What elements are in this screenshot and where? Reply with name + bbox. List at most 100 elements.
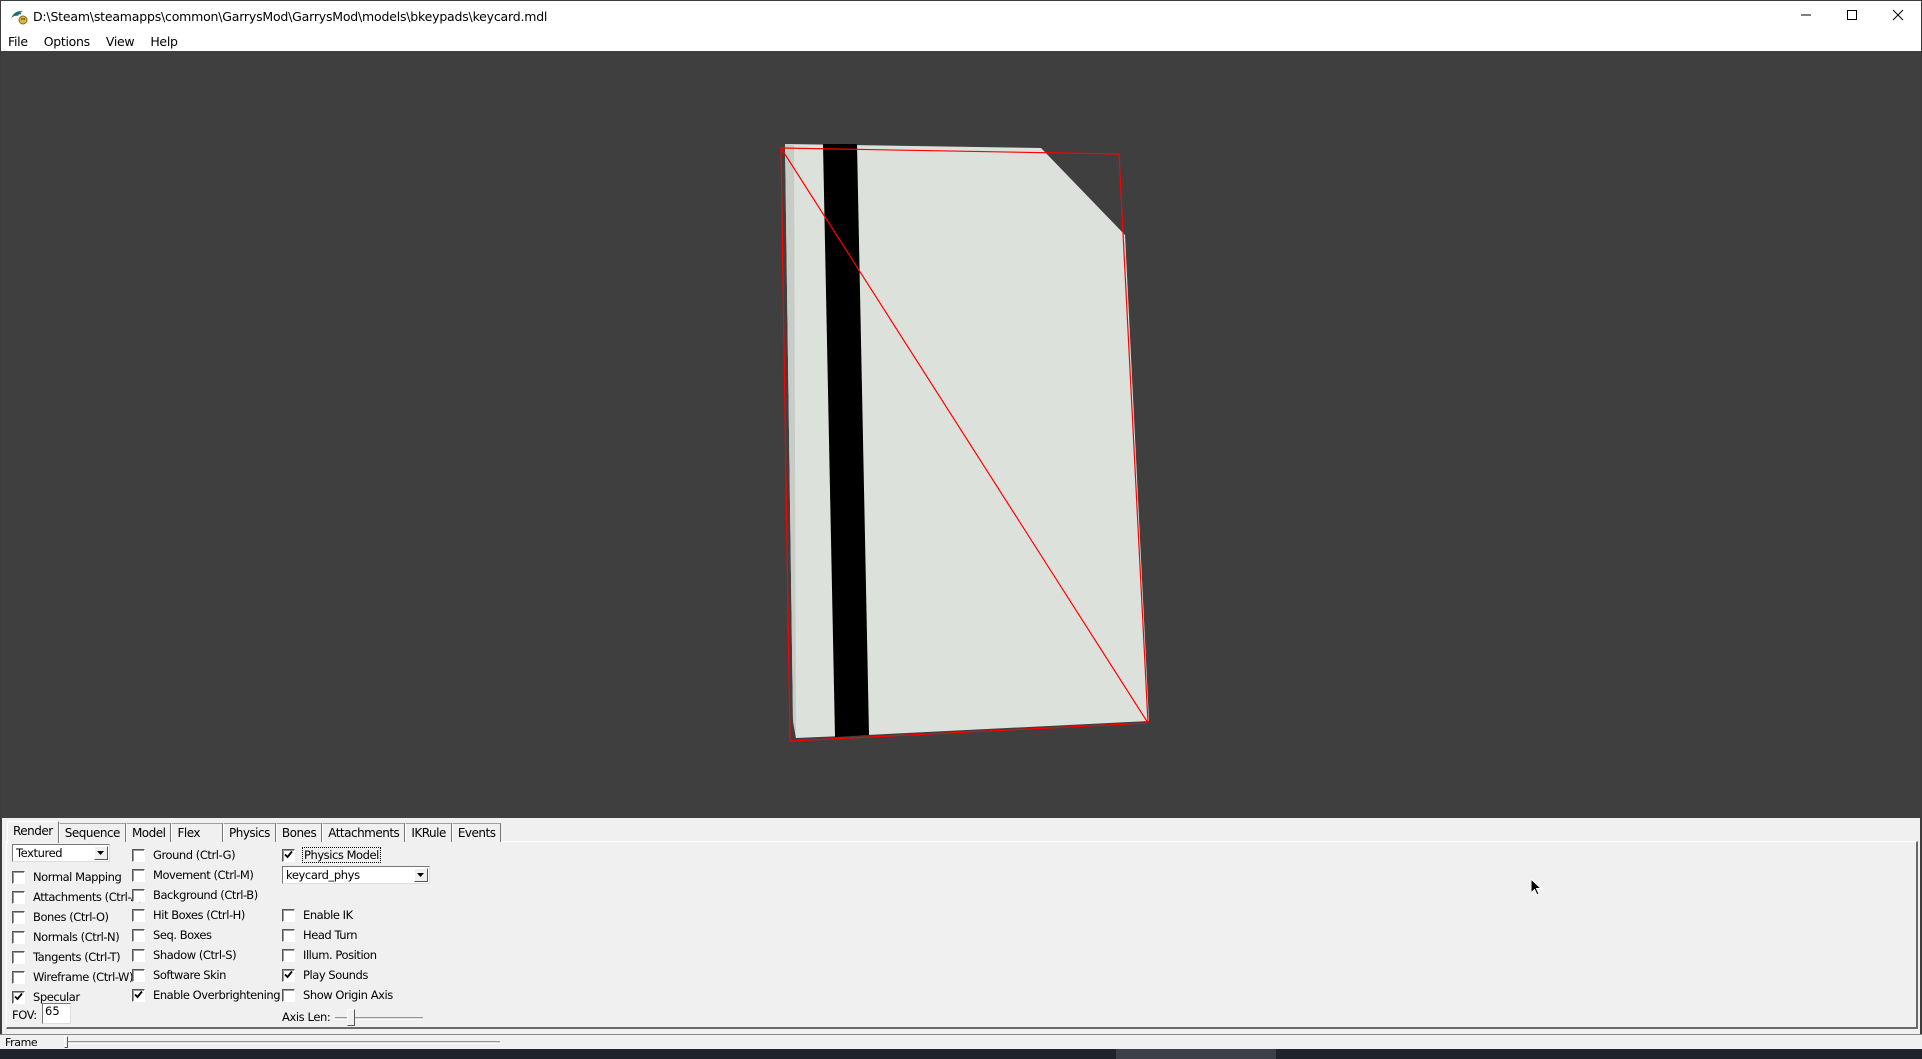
chevron-down-icon[interactable] — [94, 846, 108, 860]
checkbox-box[interactable] — [282, 968, 295, 982]
checkbox-box[interactable] — [12, 990, 25, 1004]
checkbox-label: Bones (Ctrl-O) — [33, 910, 109, 924]
checkbox-box[interactable] — [282, 848, 295, 862]
window-title: D:\Steam\steamapps\common\GarrysMod\Garr… — [33, 8, 548, 24]
checkbox-ground[interactable]: Ground (Ctrl-G) — [132, 847, 236, 863]
hlmv-icon — [9, 6, 29, 26]
menu-options[interactable]: Options — [36, 34, 98, 49]
checkbox-play-sounds[interactable]: Play Sounds — [282, 967, 368, 983]
checkbox-box[interactable] — [12, 890, 25, 904]
tab-events[interactable]: Events — [451, 823, 502, 842]
checkbox-box[interactable] — [132, 968, 145, 982]
menu-bar: File Options View Help — [0, 31, 1922, 51]
checkbox-illum-position[interactable]: Illum. Position — [282, 947, 377, 963]
checkbox-box[interactable] — [282, 948, 295, 962]
checkbox-normal-mapping[interactable]: Normal Mapping — [12, 869, 122, 885]
tab-render[interactable]: Render — [7, 821, 59, 843]
taskbar-active-app[interactable] — [1116, 1049, 1276, 1059]
checkbox-box[interactable] — [132, 908, 145, 922]
maximize-button[interactable] — [1829, 1, 1875, 31]
checkbox-seq-boxes[interactable]: Seq. Boxes — [132, 927, 212, 943]
checkbox-show-origin-axis[interactable]: Show Origin Axis — [282, 987, 393, 1003]
mouse-cursor-icon — [1530, 877, 1543, 900]
checkbox-box[interactable] — [132, 928, 145, 942]
checkbox-bones[interactable]: Bones (Ctrl-O) — [12, 909, 109, 925]
checkbox-box[interactable] — [12, 870, 25, 884]
checkbox-box[interactable] — [12, 970, 25, 984]
minimize-button[interactable] — [1783, 1, 1829, 31]
checkbox-tangents[interactable]: Tangents (Ctrl-T) — [12, 949, 121, 965]
fov-input[interactable]: 65 — [42, 1003, 71, 1024]
checkbox-background[interactable]: Background (Ctrl-B) — [132, 887, 258, 903]
checkbox-software-skin[interactable]: Software Skin — [132, 967, 226, 983]
checkbox-label: Physics Model — [302, 847, 381, 863]
chevron-down-icon[interactable] — [414, 868, 428, 882]
checkbox-box[interactable] — [282, 928, 295, 942]
render-mode-value: Textured — [16, 846, 63, 860]
checkbox-box[interactable] — [132, 848, 145, 862]
checkbox-label: Attachments (Ctrl-A) — [33, 890, 143, 904]
tab-attachments[interactable]: Attachments — [322, 823, 406, 842]
tab-bones[interactable]: Bones — [275, 823, 323, 842]
menu-view[interactable]: View — [98, 34, 142, 49]
frame-label: Frame — [5, 1036, 38, 1049]
checkbox-label: Tangents (Ctrl-T) — [33, 950, 121, 964]
viewport-canvas[interactable] — [1, 51, 1922, 818]
render-mode-select[interactable]: Textured — [12, 844, 110, 862]
checkbox-label: Enable IK — [303, 908, 353, 922]
checkbox-label: Normal Mapping — [33, 870, 122, 884]
tab-sequence[interactable]: Sequence — [58, 823, 126, 842]
fov-label: FOV: — [12, 1008, 37, 1022]
close-button[interactable] — [1875, 1, 1921, 31]
checkbox-enable-overbrightening[interactable]: Enable Overbrightening — [132, 987, 281, 1003]
tab-model[interactable]: Model — [125, 823, 172, 842]
menu-file[interactable]: File — [1, 34, 36, 49]
checkbox-wireframe[interactable]: Wireframe (Ctrl-W) — [12, 969, 133, 985]
checkbox-box[interactable] — [132, 948, 145, 962]
physics-model-select[interactable]: keycard_phys — [282, 866, 430, 884]
checkmark-icon — [284, 848, 293, 862]
checkbox-label: Show Origin Axis — [303, 988, 393, 1002]
checkmark-icon — [134, 988, 143, 1002]
axis-len-slider-thumb[interactable] — [347, 1009, 355, 1026]
checkbox-label: Wireframe (Ctrl-W) — [33, 970, 134, 984]
checkbox-box[interactable] — [132, 888, 145, 902]
checkbox-label: Illum. Position — [303, 948, 377, 962]
model-viewport[interactable] — [0, 51, 1922, 818]
checkbox-box[interactable] — [12, 930, 25, 944]
checkbox-box[interactable] — [132, 988, 145, 1002]
tab-strip: Render Sequence Model Flex Physics Bones… — [7, 821, 502, 843]
checkbox-movement[interactable]: Movement (Ctrl-M) — [132, 867, 254, 883]
axis-len-label: Axis Len: — [282, 1010, 331, 1024]
checkbox-box[interactable] — [282, 988, 295, 1002]
control-panel: Render Sequence Model Flex Physics Bones… — [0, 818, 1922, 1034]
checkbox-head-turn[interactable]: Head Turn — [282, 927, 358, 943]
checkbox-box[interactable] — [12, 910, 25, 924]
checkbox-hit-boxes[interactable]: Hit Boxes (Ctrl-H) — [132, 907, 245, 923]
checkbox-label: Movement (Ctrl-M) — [153, 868, 254, 882]
menu-help[interactable]: Help — [142, 34, 185, 49]
maximize-icon — [1846, 9, 1858, 24]
checkbox-physics-model[interactable]: Physics Model — [282, 847, 381, 863]
frame-slider-thumb[interactable] — [64, 1036, 68, 1048]
checkbox-enable-ik[interactable]: Enable IK — [282, 907, 353, 923]
title-bar: D:\Steam\steamapps\common\GarrysMod\Garr… — [0, 0, 1922, 31]
checkbox-label: Software Skin — [153, 968, 226, 982]
tab-physics[interactable]: Physics — [222, 823, 276, 842]
checkmark-icon — [14, 990, 23, 1004]
checkbox-label: Ground (Ctrl-G) — [153, 848, 236, 862]
tab-ikrule[interactable]: IKRule — [405, 823, 452, 842]
checkbox-box[interactable] — [132, 868, 145, 882]
checkbox-label: Seq. Boxes — [153, 928, 212, 942]
checkbox-normals[interactable]: Normals (Ctrl-N) — [12, 929, 120, 945]
checkmark-icon — [284, 968, 293, 982]
os-taskbar — [0, 1049, 1922, 1059]
checkbox-box[interactable] — [12, 950, 25, 964]
checkbox-label: Normals (Ctrl-N) — [33, 930, 120, 944]
frame-slider[interactable] — [66, 1041, 500, 1044]
checkbox-attachments[interactable]: Attachments (Ctrl-A) — [12, 889, 143, 905]
checkbox-label: Shadow (Ctrl-S) — [153, 948, 237, 962]
checkbox-box[interactable] — [282, 908, 295, 922]
tab-flex[interactable]: Flex — [171, 823, 223, 842]
checkbox-shadow[interactable]: Shadow (Ctrl-S) — [132, 947, 237, 963]
